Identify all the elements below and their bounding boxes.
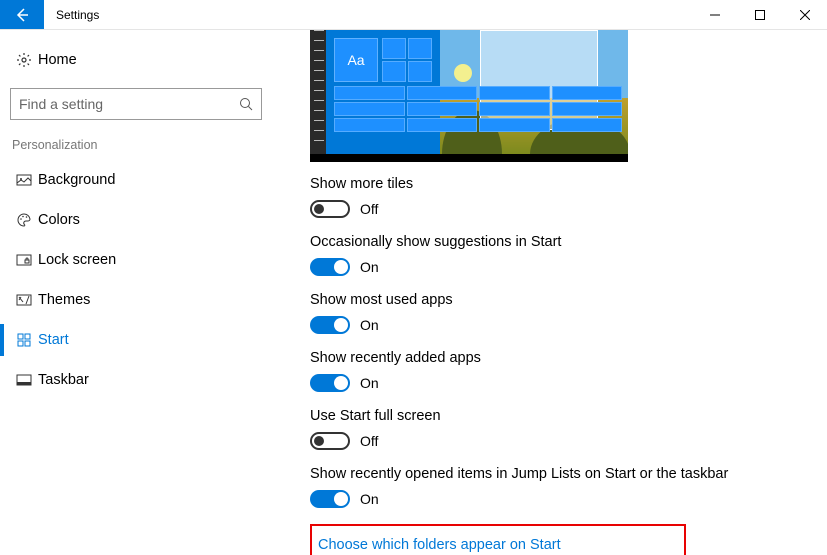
arrow-left-icon <box>14 7 30 23</box>
maximize-icon <box>755 10 765 20</box>
preview-tile-large: Aa <box>334 38 378 82</box>
search-icon <box>231 97 261 111</box>
toggle-state: On <box>360 375 379 391</box>
content-pane: Aa Show more tiles Off Occasionally show… <box>272 30 827 555</box>
sidebar-item-label: Background <box>38 172 115 188</box>
toggle-recently-added[interactable] <box>310 374 350 392</box>
sidebar-item-label: Taskbar <box>38 372 89 388</box>
minimize-button[interactable] <box>692 0 737 29</box>
setting-label: Show recently added apps <box>310 350 827 366</box>
sidebar-item-colors[interactable]: Colors <box>10 200 262 240</box>
sidebar-item-label: Lock screen <box>38 252 116 268</box>
sidebar-home-label: Home <box>38 52 77 68</box>
toggle-state: On <box>360 259 379 275</box>
toggle-most-used[interactable] <box>310 316 350 334</box>
sidebar-item-start[interactable]: Start <box>10 320 262 360</box>
setting-full-screen: Use Start full screen Off <box>310 408 827 450</box>
toggle-suggestions[interactable] <box>310 258 350 276</box>
sidebar-item-lock-screen[interactable]: Lock screen <box>10 240 262 280</box>
gear-icon <box>10 52 38 68</box>
setting-label: Show most used apps <box>310 292 827 308</box>
sidebar-item-label: Colors <box>38 212 80 228</box>
sidebar-home[interactable]: Home <box>10 40 262 80</box>
setting-label: Show recently opened items in Jump Lists… <box>310 466 827 482</box>
setting-show-more-tiles: Show more tiles Off <box>310 176 827 218</box>
start-preview-image: Aa <box>310 30 628 162</box>
themes-icon <box>10 292 38 308</box>
sidebar-item-label: Themes <box>38 292 90 308</box>
setting-label: Show more tiles <box>310 176 827 192</box>
toggle-state: On <box>360 317 379 333</box>
back-button[interactable] <box>0 0 44 29</box>
maximize-button[interactable] <box>737 0 782 29</box>
search-field[interactable] <box>10 88 262 120</box>
setting-label: Occasionally show suggestions in Start <box>310 234 827 250</box>
picture-icon <box>10 172 38 188</box>
toggle-full-screen[interactable] <box>310 432 350 450</box>
toggle-state: Off <box>360 201 378 217</box>
link-choose-folders-highlight: Choose which folders appear on Start <box>310 524 686 555</box>
setting-label: Use Start full screen <box>310 408 827 424</box>
toggle-show-more-tiles[interactable] <box>310 200 350 218</box>
setting-suggestions: Occasionally show suggestions in Start O… <box>310 234 827 276</box>
taskbar-icon <box>10 372 38 388</box>
sidebar-item-label: Start <box>38 332 69 348</box>
setting-jump-lists: Show recently opened items in Jump Lists… <box>310 466 827 508</box>
minimize-icon <box>710 10 720 20</box>
sidebar-item-background[interactable]: Background <box>10 160 262 200</box>
toggle-state: On <box>360 491 379 507</box>
start-icon <box>10 332 38 348</box>
sidebar: Home Personalization Background Colors L… <box>0 30 272 555</box>
titlebar: Settings <box>0 0 827 30</box>
link-choose-folders[interactable]: Choose which folders appear on Start <box>318 537 561 553</box>
sidebar-item-taskbar[interactable]: Taskbar <box>10 360 262 400</box>
close-button[interactable] <box>782 0 827 29</box>
close-icon <box>800 10 810 20</box>
toggle-jump-lists[interactable] <box>310 490 350 508</box>
sidebar-category: Personalization <box>10 138 262 152</box>
window-title: Settings <box>44 0 111 29</box>
sidebar-item-themes[interactable]: Themes <box>10 280 262 320</box>
setting-recently-added: Show recently added apps On <box>310 350 827 392</box>
search-input[interactable] <box>11 96 231 112</box>
setting-most-used: Show most used apps On <box>310 292 827 334</box>
lock-screen-icon <box>10 252 38 268</box>
palette-icon <box>10 212 38 228</box>
toggle-state: Off <box>360 433 378 449</box>
